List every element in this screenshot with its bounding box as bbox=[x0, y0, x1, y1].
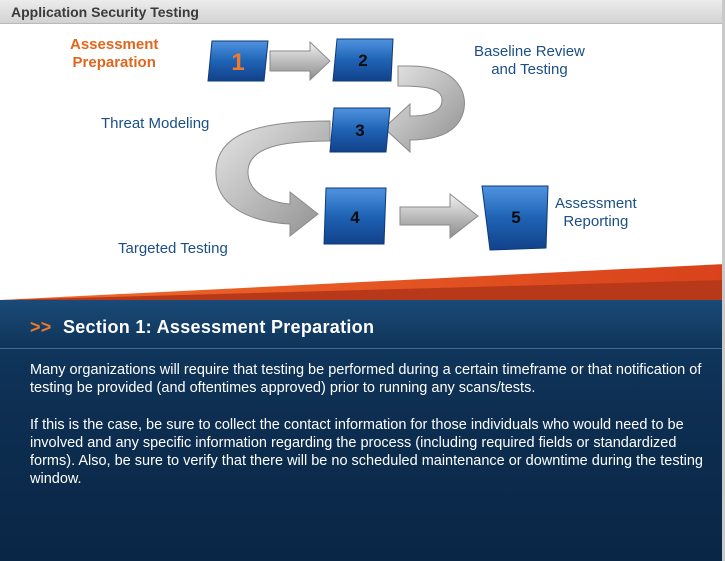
step-label-2-line-2: and Testing bbox=[491, 61, 568, 78]
curved-arrow-3-to-4 bbox=[215, 120, 331, 238]
step-label-1-line-1: Assessment bbox=[70, 36, 159, 53]
section-title-text: Section 1: Assessment Preparation bbox=[62, 317, 375, 337]
window-title: Application Security Testing bbox=[11, 4, 199, 20]
section-title: >> Section 1: Assessment Preparation bbox=[30, 317, 374, 338]
chevron-icon: >> bbox=[30, 317, 52, 337]
paragraph-2: If this is the case, be sure to collect … bbox=[30, 417, 703, 487]
step-label-5-line-1: Assessment bbox=[555, 195, 637, 212]
step-number-3: 3 bbox=[355, 121, 364, 140]
title-bar: Application Security Testing bbox=[0, 0, 725, 24]
step-label-5: Assessment Reporting bbox=[555, 195, 637, 231]
arrow-4-to-5 bbox=[399, 192, 479, 240]
step-number-2: 2 bbox=[358, 51, 367, 70]
curved-arrow-2-to-3 bbox=[383, 65, 465, 154]
step-label-5-line-2: Reporting bbox=[563, 213, 629, 230]
step-label-1-line-2: Preparation bbox=[72, 54, 156, 71]
step-label-1: Assessment Preparation bbox=[70, 36, 158, 72]
decorative-swoosh bbox=[0, 264, 725, 300]
step-label-3: Threat Modeling bbox=[101, 115, 209, 133]
step-label-4-line-1: Targeted Testing bbox=[118, 240, 228, 257]
arrow-1-to-2 bbox=[269, 40, 331, 82]
step-number-1: 1 bbox=[231, 49, 244, 76]
step-label-2: Baseline Review and Testing bbox=[474, 43, 585, 79]
step-number-5: 5 bbox=[511, 208, 520, 227]
process-diagram: 1 2 3 4 5 Assessment Preparation Baselin… bbox=[0, 24, 725, 300]
step-label-4: Targeted Testing bbox=[118, 240, 228, 258]
step-number-4: 4 bbox=[350, 208, 360, 227]
step-label-3-line-1: Threat Modeling bbox=[101, 115, 210, 132]
step-label-2-line-1: Baseline Review bbox=[474, 43, 585, 60]
paragraph-1: Many organizations will require that tes… bbox=[30, 362, 702, 396]
